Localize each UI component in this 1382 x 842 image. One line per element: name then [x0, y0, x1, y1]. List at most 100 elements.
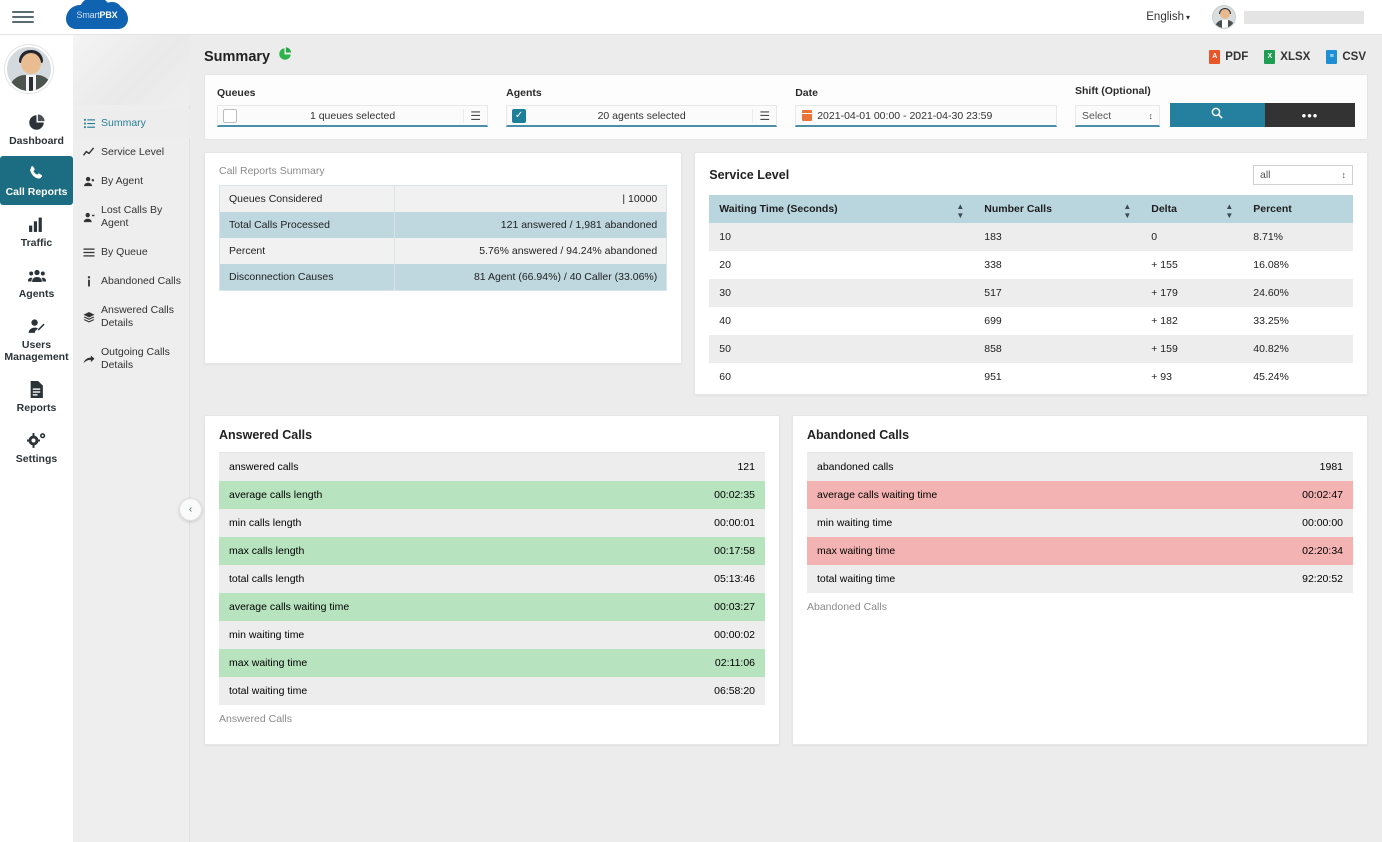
info-icon: [83, 276, 95, 287]
export-pdf-button[interactable]: A PDF: [1209, 50, 1248, 64]
date-filter: Date 2021-04-01 00:00 - 2021-04-30 23:59: [795, 87, 1057, 127]
list-icon: [83, 118, 95, 129]
summary-row-value: 5.76% answered / 94.24% abandoned: [395, 238, 667, 264]
sidebar-item-dashboard[interactable]: Dashboard: [0, 105, 73, 154]
sidebar-collapse-button[interactable]: ‹: [179, 498, 202, 521]
export-csv-label: CSV: [1342, 51, 1366, 63]
answered-row-key: max calls length: [219, 537, 600, 565]
users-icon: [2, 265, 71, 285]
sidebar-item-call-reports[interactable]: Call Reports: [0, 156, 73, 205]
user-minus-icon: [83, 212, 95, 223]
line-chart-icon: [83, 147, 95, 158]
sort-icon[interactable]: ▲▼: [1123, 202, 1131, 220]
answered-row-key: average calls waiting time: [219, 593, 600, 621]
chevron-down-icon: ▾: [1186, 13, 1190, 22]
abandoned-row-value: 00:00:00: [1188, 509, 1353, 537]
export-xlsx-button[interactable]: X XLSX: [1264, 50, 1310, 64]
gear-icon: [2, 430, 71, 450]
cell-delta: + 155: [1141, 251, 1243, 279]
agents-selected-value: 20 agents selected: [531, 110, 752, 122]
abandoned-calls-title: Abandoned Calls: [807, 428, 1353, 442]
summary-row-value: 121 answered / 1,981 abandoned: [395, 212, 667, 238]
cell-delta: + 159: [1141, 335, 1243, 363]
answered-row-value: 05:13:46: [600, 565, 765, 593]
abandoned-calls-caption: Abandoned Calls: [807, 601, 1353, 613]
answered-calls-title: Answered Calls: [219, 428, 765, 442]
queues-list-menu-icon[interactable]: ☰: [463, 109, 487, 123]
top-bar: SmartPBX English▾: [0, 0, 1382, 35]
th-percent[interactable]: Percent: [1243, 195, 1353, 223]
sort-icon[interactable]: ▲▼: [956, 202, 964, 220]
th-delta[interactable]: Delta ▲▼: [1141, 195, 1243, 223]
queues-checkbox[interactable]: [223, 109, 237, 123]
sidebar-item-label: Settings: [2, 453, 71, 465]
more-options-button[interactable]: •••: [1265, 103, 1355, 127]
abandoned-row-key: min waiting time: [807, 509, 1188, 537]
avatar-shirt: [1222, 20, 1228, 29]
th-label: Waiting Time (Seconds): [719, 203, 837, 215]
subnav-item-by-agent[interactable]: By Agent: [73, 167, 190, 196]
subnav-item-outgoing-calls-details[interactable]: Outgoing Calls Details: [73, 338, 190, 380]
cell-waiting-time: 60: [709, 363, 974, 391]
table-row: min calls length 00:00:01: [219, 509, 765, 537]
cell-number-calls: 338: [974, 251, 1141, 279]
cell-delta: 0: [1141, 223, 1243, 251]
abandoned-calls-table: abandoned calls 1981 average calls waiti…: [807, 452, 1353, 593]
cell-number-calls: 699: [974, 307, 1141, 335]
subnav-item-summary[interactable]: Summary: [73, 109, 190, 138]
sidebar-item-label: Reports: [2, 402, 71, 414]
subnav-item-by-queue[interactable]: By Queue: [73, 238, 190, 267]
xlsx-file-icon: X: [1264, 50, 1275, 64]
sidebar-item-traffic[interactable]: Traffic: [0, 207, 73, 256]
agents-checkbox[interactable]: ✓: [512, 109, 526, 123]
table-row: max waiting time 02:11:06: [219, 649, 765, 677]
service-level-panel: Service Level all ↕ Waiting Time (Second…: [694, 152, 1368, 395]
abandoned-row-key: average calls waiting time: [807, 481, 1188, 509]
sidebar-item-settings[interactable]: Settings: [0, 423, 73, 472]
sidebar-item-reports[interactable]: Reports: [0, 372, 73, 421]
date-filter-control[interactable]: 2021-04-01 00:00 - 2021-04-30 23:59: [795, 105, 1057, 127]
table-row: 50 858 + 159 40.82%: [709, 335, 1353, 363]
table-row: max waiting time 02:20:34: [807, 537, 1353, 565]
table-row: min waiting time 00:00:00: [807, 509, 1353, 537]
export-xlsx-label: XLSX: [1280, 51, 1310, 63]
queues-filter-control[interactable]: 1 queues selected ☰: [217, 105, 488, 127]
subnav-item-answered-calls-details[interactable]: Answered Calls Details: [73, 296, 190, 338]
avatar[interactable]: [1212, 5, 1236, 29]
language-selector[interactable]: English▾: [1146, 11, 1190, 23]
sidebar-item-label: Agents: [2, 288, 71, 300]
table-row: total waiting time 92:20:52: [807, 565, 1353, 593]
service-level-filter-select[interactable]: all ↕: [1253, 165, 1353, 185]
sidebar-item-label: Dashboard: [2, 135, 71, 147]
sidebar-item-agents[interactable]: Agents: [0, 258, 73, 307]
hamburger-icon[interactable]: [12, 6, 34, 28]
subnav-item-abandoned-calls[interactable]: Abandoned Calls: [73, 267, 190, 296]
th-waiting-time[interactable]: Waiting Time (Seconds) ▲▼: [709, 195, 974, 223]
brand-suffix: PBX: [100, 10, 118, 20]
agents-filter-control[interactable]: ✓ 20 agents selected ☰: [506, 105, 777, 127]
filter-bar: Queues 1 queues selected ☰ Agents ✓ 20 a…: [204, 74, 1368, 140]
subnav-item-service-level[interactable]: Service Level: [73, 138, 190, 167]
cell-delta: + 93: [1141, 363, 1243, 391]
cell-delta: + 179: [1141, 279, 1243, 307]
user-icon: [83, 176, 95, 187]
shift-select[interactable]: Select ↕: [1075, 105, 1160, 127]
language-label: English: [1146, 11, 1184, 23]
export-pdf-label: PDF: [1225, 51, 1248, 63]
service-level-table: Waiting Time (Seconds) ▲▼ Number Calls ▲…: [709, 195, 1353, 391]
arrow-right-icon: [83, 354, 95, 365]
sort-icon[interactable]: ▲▼: [1225, 202, 1233, 220]
answered-row-value: 00:02:35: [600, 481, 765, 509]
subnav-item-label: Answered Calls Details: [101, 304, 184, 330]
th-number-calls[interactable]: Number Calls ▲▼: [974, 195, 1141, 223]
summary-row-key: Disconnection Causes: [220, 264, 395, 291]
queues-filter-label: Queues: [217, 87, 488, 99]
agents-list-menu-icon[interactable]: ☰: [752, 109, 776, 123]
summary-row-key: Queues Considered: [220, 186, 395, 213]
user-name-placeholder: [1244, 11, 1364, 24]
export-csv-button[interactable]: ≡ CSV: [1326, 50, 1366, 64]
sidebar-item-users-management[interactable]: Users Management: [0, 309, 73, 370]
abandoned-row-value: 92:20:52: [1188, 565, 1353, 593]
search-button[interactable]: [1170, 103, 1265, 127]
subnav-item-lost-calls-by-agent[interactable]: Lost Calls By Agent: [73, 196, 190, 238]
